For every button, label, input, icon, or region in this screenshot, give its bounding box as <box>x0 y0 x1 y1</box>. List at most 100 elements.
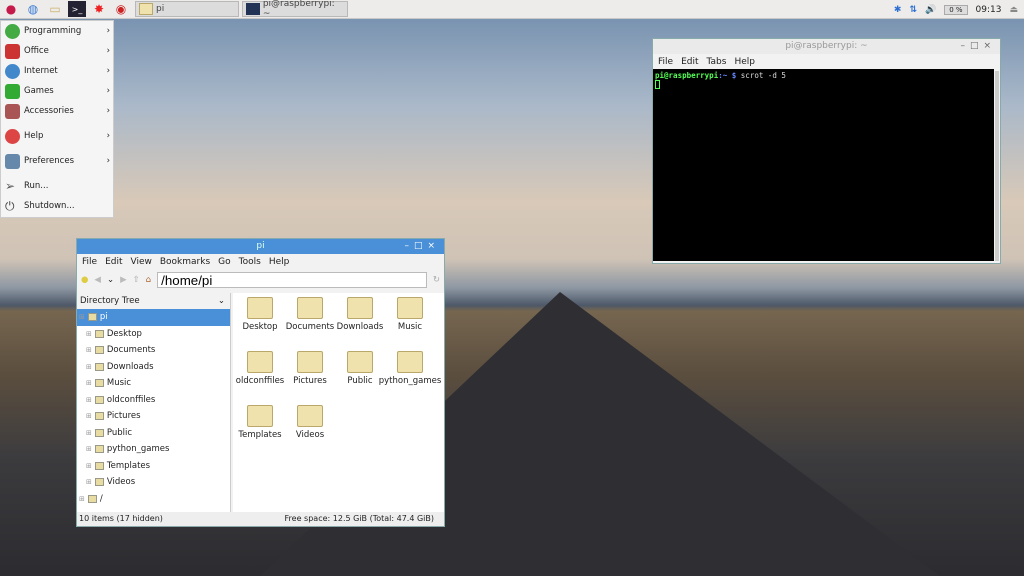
expander-icon[interactable]: ⊞ <box>86 478 92 486</box>
accessories-icon <box>5 103 20 119</box>
expander-icon[interactable]: ⊞ <box>86 396 92 404</box>
tree-item[interactable]: ⊞ pi <box>77 309 230 326</box>
menu-item-help[interactable]: Help › <box>1 126 113 146</box>
folder-icon <box>247 405 273 427</box>
tree-item[interactable]: ⊞ Public <box>77 425 230 442</box>
home-icon[interactable]: ⌂ <box>146 275 151 285</box>
expander-icon[interactable]: ⊞ <box>86 462 92 470</box>
back-icon[interactable]: ◀ <box>94 275 101 285</box>
menu-edit[interactable]: Edit <box>681 57 698 67</box>
menu-edit[interactable]: Edit <box>105 257 122 267</box>
network-icon[interactable]: ⇅ <box>909 5 917 15</box>
file-label: Desktop <box>242 322 278 332</box>
history-dropdown-icon[interactable]: ⌄ <box>107 275 114 285</box>
folder-icon <box>247 297 273 319</box>
tree-label: python_games <box>106 444 170 455</box>
tree-item[interactable]: ⊞ Desktop <box>77 326 230 343</box>
task-file-manager[interactable]: pi <box>135 1 239 17</box>
tree-item[interactable]: ⊞ Downloads <box>77 359 230 376</box>
menu-item-office[interactable]: Office › <box>1 41 113 61</box>
tree-item[interactable]: ⊞ Templates <box>77 458 230 475</box>
menu-item-programming[interactable]: Programming › <box>1 21 113 41</box>
file-item[interactable]: Downloads <box>335 297 385 347</box>
tree-item[interactable]: ⊞ Pictures <box>77 408 230 425</box>
file-item[interactable]: Templates <box>235 405 285 455</box>
go-icon[interactable]: ↻ <box>433 275 440 285</box>
mathematica-icon[interactable]: ✸ <box>90 1 108 17</box>
scrollbar[interactable] <box>995 71 999 261</box>
chevron-right-icon: › <box>106 86 110 96</box>
maximize-button[interactable]: □ <box>414 241 428 251</box>
expander-icon[interactable]: ⊞ <box>86 429 92 437</box>
menu-item-internet[interactable]: Internet › <box>1 61 113 81</box>
tree-label: Videos <box>106 477 136 488</box>
close-button[interactable]: × <box>983 41 996 51</box>
bluetooth-icon[interactable]: ✱ <box>894 5 902 15</box>
chevron-right-icon: › <box>106 66 110 76</box>
menu-help[interactable]: Help <box>734 57 755 67</box>
expander-icon[interactable]: ⊞ <box>86 379 92 387</box>
tree-label: oldconffiles <box>106 394 156 405</box>
menu-bookmarks[interactable]: Bookmarks <box>160 257 210 267</box>
menu-tools[interactable]: Tools <box>239 257 261 267</box>
menu-file[interactable]: File <box>658 57 673 67</box>
menu-file[interactable]: File <box>82 257 97 267</box>
menu-go[interactable]: Go <box>218 257 230 267</box>
raspberry-menu-icon[interactable]: ● <box>2 1 20 17</box>
tree-item[interactable]: ⊞ Music <box>77 375 230 392</box>
tree-item[interactable]: ⊞ python_games <box>77 441 230 458</box>
minimize-button[interactable]: – <box>404 241 414 251</box>
eject-icon[interactable]: ⏏ <box>1009 5 1018 15</box>
terminal-launcher-icon[interactable]: >_ <box>68 1 86 17</box>
menu-item-shutdown[interactable]: ⏻ Shutdown... <box>1 196 113 216</box>
menu-help[interactable]: Help <box>269 257 290 267</box>
file-item[interactable]: Videos <box>285 405 335 455</box>
menu-item-run[interactable]: ➢ Run... <box>1 176 113 196</box>
terminal-screen[interactable]: pi@raspberrypi:~ $ scrot -d 5 <box>653 69 994 261</box>
task-terminal[interactable]: pi@raspberrypi: ~ <box>242 0 348 19</box>
volume-icon[interactable]: 🔊 <box>925 5 936 15</box>
tree-header[interactable]: Directory Tree ⌄ <box>77 293 230 309</box>
menu-tabs[interactable]: Tabs <box>707 57 727 67</box>
folder-icon <box>297 297 323 319</box>
file-item[interactable]: Documents <box>285 297 335 347</box>
file-item[interactable]: Desktop <box>235 297 285 347</box>
file-item[interactable]: Pictures <box>285 351 335 401</box>
tree-item[interactable]: ⊞ / <box>77 491 230 508</box>
menu-item-preferences[interactable]: Preferences › <box>1 151 113 171</box>
menu-view[interactable]: View <box>131 257 152 267</box>
expander-icon[interactable]: ⊞ <box>79 313 85 321</box>
tree-item[interactable]: ⊞ oldconffiles <box>77 392 230 409</box>
forward-icon[interactable]: ▶ <box>120 275 127 285</box>
minimize-button[interactable]: – <box>960 41 970 51</box>
folder-icon <box>94 362 104 371</box>
close-button[interactable]: × <box>427 241 440 251</box>
menu-item-accessories[interactable]: Accessories › <box>1 101 113 121</box>
expander-icon[interactable]: ⊞ <box>79 495 85 503</box>
file-item[interactable]: Public <box>335 351 385 401</box>
tree-item[interactable]: ⊞ Documents <box>77 342 230 359</box>
file-item[interactable]: python_games <box>379 351 441 401</box>
expander-icon[interactable]: ⊞ <box>86 330 92 338</box>
menu-item-games[interactable]: Games › <box>1 81 113 101</box>
file-manager-icon[interactable]: ▭ <box>46 1 64 17</box>
title-bar[interactable]: pi@raspberrypi: ~ –□× <box>653 39 1000 54</box>
tree-item[interactable]: ⊞ Videos <box>77 474 230 491</box>
new-tab-icon[interactable]: ● <box>81 275 88 285</box>
folder-icon <box>94 428 104 437</box>
file-item[interactable]: oldconffiles <box>235 351 285 401</box>
expander-icon[interactable]: ⊞ <box>86 412 92 420</box>
maximize-button[interactable]: □ <box>970 41 984 51</box>
up-icon[interactable]: ⇧ <box>133 275 140 285</box>
command: scrot -d 5 <box>736 71 786 80</box>
tree-label: Templates <box>106 460 151 471</box>
chevron-right-icon: › <box>106 106 110 116</box>
file-item[interactable]: Music <box>385 297 435 347</box>
wolfram-icon[interactable]: ◉ <box>112 1 130 17</box>
path-input[interactable] <box>157 272 427 288</box>
expander-icon[interactable]: ⊞ <box>86 363 92 371</box>
title-bar[interactable]: pi –□× <box>77 239 444 254</box>
expander-icon[interactable]: ⊞ <box>86 346 92 354</box>
browser-icon[interactable]: ◍ <box>24 1 42 17</box>
expander-icon[interactable]: ⊞ <box>86 445 92 453</box>
